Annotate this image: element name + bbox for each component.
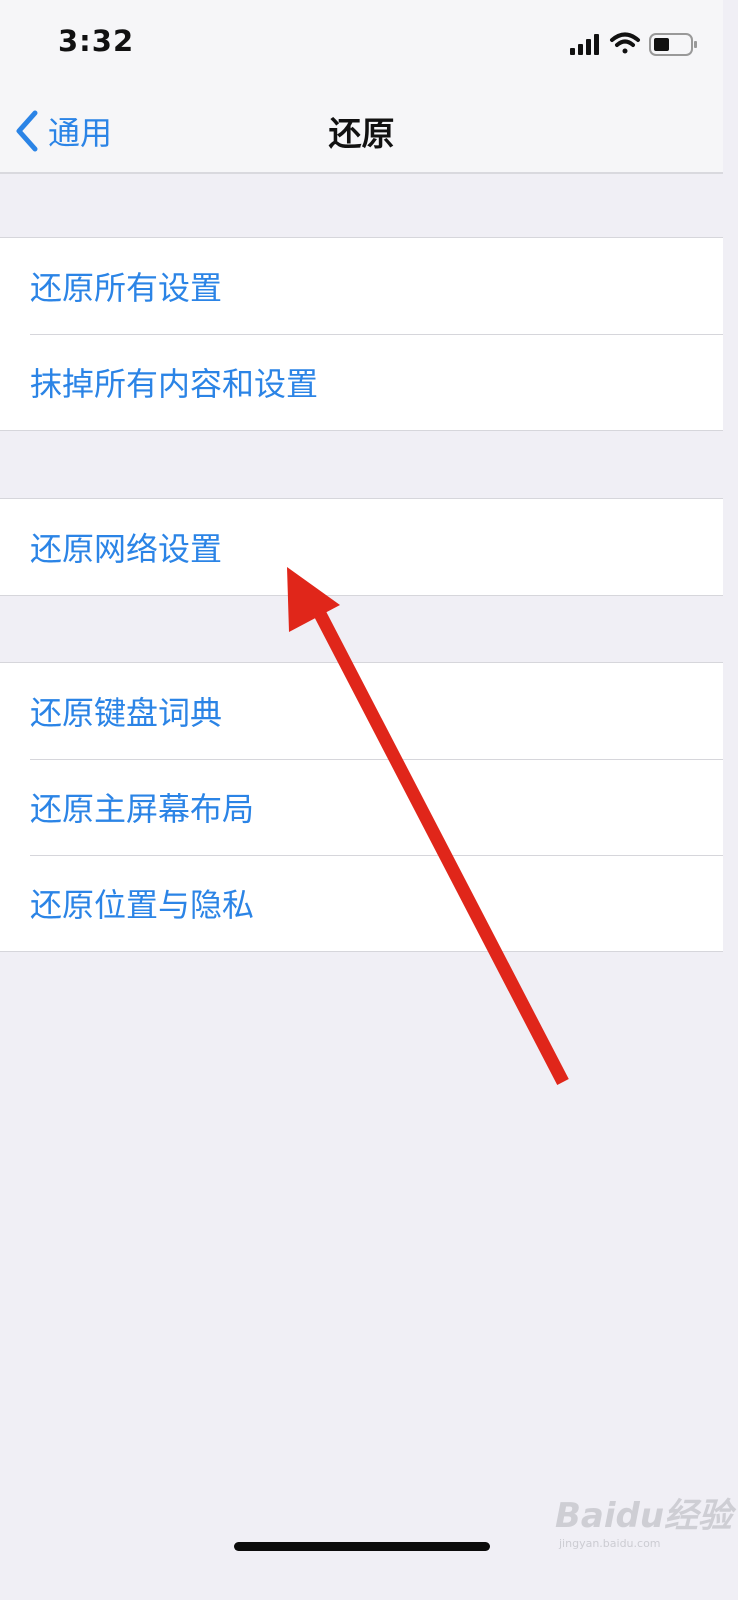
baidu-watermark: Baidu经验 jingyan.baidu.com xyxy=(555,1488,732,1550)
navigation-bar: 3:32 通用 还原 xyxy=(0,0,723,174)
row-label: 还原所有设置 xyxy=(30,269,223,307)
settings-group-reset-all: 还原所有设置 抹掉所有内容和设置 xyxy=(0,237,723,431)
row-label: 还原网络设置 xyxy=(30,530,223,568)
reset-keyboard-dictionary-row[interactable]: 还原键盘词典 xyxy=(0,663,723,759)
reset-location-privacy-row[interactable]: 还原位置与隐私 xyxy=(0,855,723,951)
reset-network-settings-row[interactable]: 还原网络设置 xyxy=(0,499,723,595)
watermark-logo: Baidu经验 xyxy=(555,1496,733,1536)
home-indicator[interactable] xyxy=(234,1542,490,1551)
row-label: 抹掉所有内容和设置 xyxy=(30,365,319,403)
row-label: 还原键盘词典 xyxy=(30,694,223,732)
settings-group-other: 还原键盘词典 还原主屏幕布局 还原位置与隐私 xyxy=(0,662,723,952)
reset-home-screen-layout-row[interactable]: 还原主屏幕布局 xyxy=(0,759,723,855)
page-title: 还原 xyxy=(328,114,395,153)
row-label: 还原主屏幕布局 xyxy=(30,790,255,828)
battery-icon xyxy=(649,33,697,56)
erase-all-content-row[interactable]: 抹掉所有内容和设置 xyxy=(0,334,723,430)
signal-icon xyxy=(570,34,599,55)
settings-group-network: 还原网络设置 xyxy=(0,498,723,596)
row-label: 还原位置与隐私 xyxy=(30,886,255,924)
status-time: 3:32 xyxy=(58,24,135,58)
status-icons xyxy=(570,30,700,60)
reset-all-settings-row[interactable]: 还原所有设置 xyxy=(0,238,723,334)
watermark-url: jingyan.baidu.com xyxy=(559,1537,661,1550)
wifi-icon xyxy=(610,32,640,54)
